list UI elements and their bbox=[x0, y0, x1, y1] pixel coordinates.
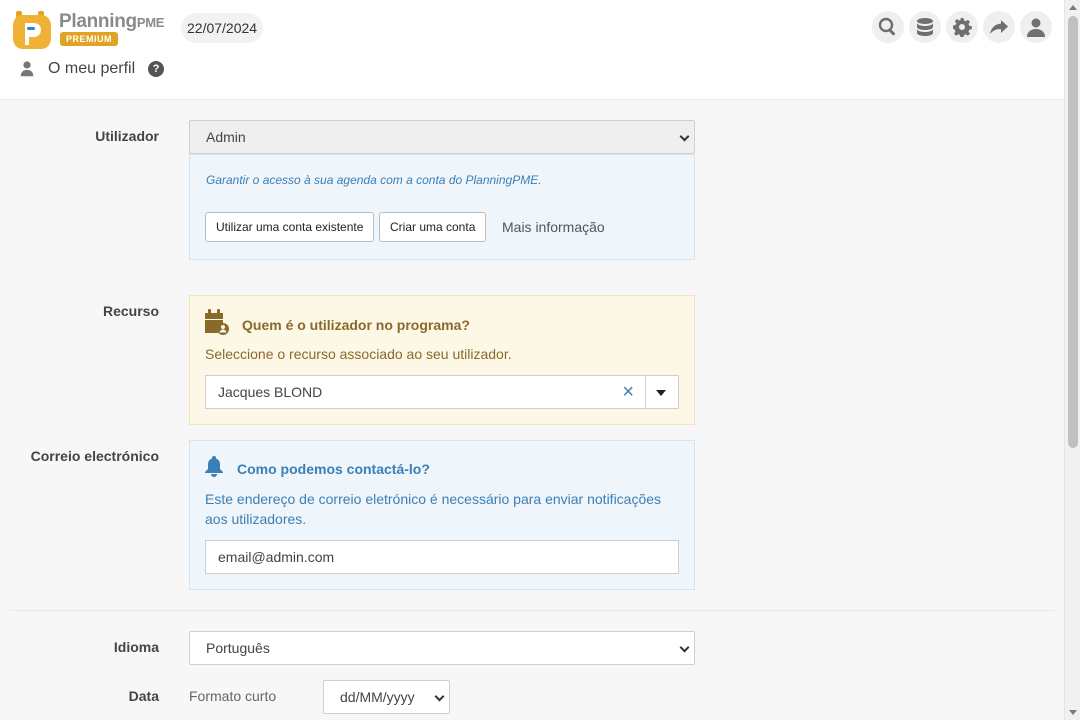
bell-icon bbox=[205, 456, 223, 477]
date-format-value: dd/MM/yyyy bbox=[340, 689, 415, 705]
premium-badge: PREMIUM bbox=[60, 32, 118, 46]
gear-icon bbox=[953, 18, 972, 37]
chevron-down-icon bbox=[679, 131, 690, 142]
scroll-down-icon[interactable] bbox=[1069, 710, 1077, 715]
account-panel: Garantir o acesso à sua agenda com a con… bbox=[189, 154, 695, 260]
user-select[interactable]: Admin bbox=[189, 120, 695, 154]
logo-mark-icon bbox=[13, 11, 51, 49]
more-info-link[interactable]: Mais informação bbox=[502, 219, 605, 235]
settings-button[interactable] bbox=[946, 11, 978, 43]
user-select-value: Admin bbox=[206, 129, 246, 145]
language-select-value: Português bbox=[206, 640, 270, 656]
language-label: Idioma bbox=[113, 639, 159, 655]
database-button[interactable] bbox=[909, 11, 941, 43]
person-icon bbox=[20, 61, 34, 77]
account-note: Garantir o acesso à sua agenda com a con… bbox=[206, 173, 542, 187]
user-label: Utilizador bbox=[95, 128, 159, 144]
create-account-button[interactable]: Criar uma conta bbox=[379, 212, 487, 242]
date-label: Data bbox=[128, 688, 159, 704]
clear-icon[interactable]: × bbox=[622, 376, 634, 408]
combobox-divider bbox=[645, 376, 646, 408]
logo-text: PlanningPME bbox=[59, 11, 164, 33]
resource-panel: Quem é o utilizador no programa? Selecci… bbox=[189, 295, 695, 425]
email-label: Correio electrónico bbox=[30, 448, 159, 464]
toolbar bbox=[872, 11, 1052, 43]
resource-panel-text: Seleccione o recurso associado ao seu ut… bbox=[205, 346, 512, 362]
page-title: O meu perfil bbox=[48, 60, 136, 77]
chevron-down-icon bbox=[679, 642, 690, 653]
search-button[interactable] bbox=[872, 11, 904, 43]
caret-down-icon[interactable] bbox=[656, 390, 666, 396]
search-icon bbox=[878, 17, 896, 36]
planningpme-logo[interactable]: PlanningPME PREMIUM bbox=[12, 7, 172, 49]
language-select[interactable]: Português bbox=[189, 631, 695, 665]
email-panel-title: Como podemos contactá-lo? bbox=[237, 461, 430, 477]
resource-label: Recurso bbox=[102, 303, 159, 319]
share-button[interactable] bbox=[983, 11, 1015, 43]
logo-name: Planning bbox=[59, 11, 137, 32]
date-short-format-label: Formato curto bbox=[189, 688, 277, 704]
use-existing-account-button[interactable]: Utilizar uma conta existente bbox=[205, 212, 375, 242]
resource-panel-title: Quem é o utilizador no programa? bbox=[242, 317, 470, 333]
share-icon bbox=[990, 20, 1008, 34]
user-icon bbox=[1027, 18, 1045, 37]
scroll-up-icon[interactable] bbox=[1069, 5, 1077, 10]
database-icon bbox=[917, 18, 933, 36]
email-panel-text: Este endereço de correio eletrónico é ne… bbox=[205, 491, 662, 527]
email-field[interactable]: email@admin.com bbox=[205, 540, 679, 574]
date-format-select[interactable]: dd/MM/yyyy bbox=[323, 680, 450, 714]
scroll-thumb[interactable] bbox=[1068, 16, 1078, 448]
vertical-scrollbar[interactable] bbox=[1064, 0, 1080, 720]
current-date[interactable]: 22/07/2024 bbox=[181, 13, 264, 43]
header: PlanningPME PREMIUM 22/07/2024 O meu per… bbox=[0, 0, 1064, 100]
section-divider bbox=[10, 610, 1055, 611]
account-button[interactable] bbox=[1020, 11, 1052, 43]
logo-suffix: PME bbox=[136, 15, 165, 30]
calendar-user-icon bbox=[205, 309, 229, 335]
email-panel: Como podemos contactá-lo? Este endereço … bbox=[189, 440, 695, 590]
help-icon[interactable]: ? bbox=[148, 61, 165, 77]
page-title-row: O meu perfil ? bbox=[18, 60, 165, 78]
resource-value: Jacques BLOND bbox=[218, 384, 323, 400]
resource-combobox[interactable]: Jacques BLOND × bbox=[205, 375, 679, 409]
chevron-down-icon bbox=[434, 691, 445, 702]
